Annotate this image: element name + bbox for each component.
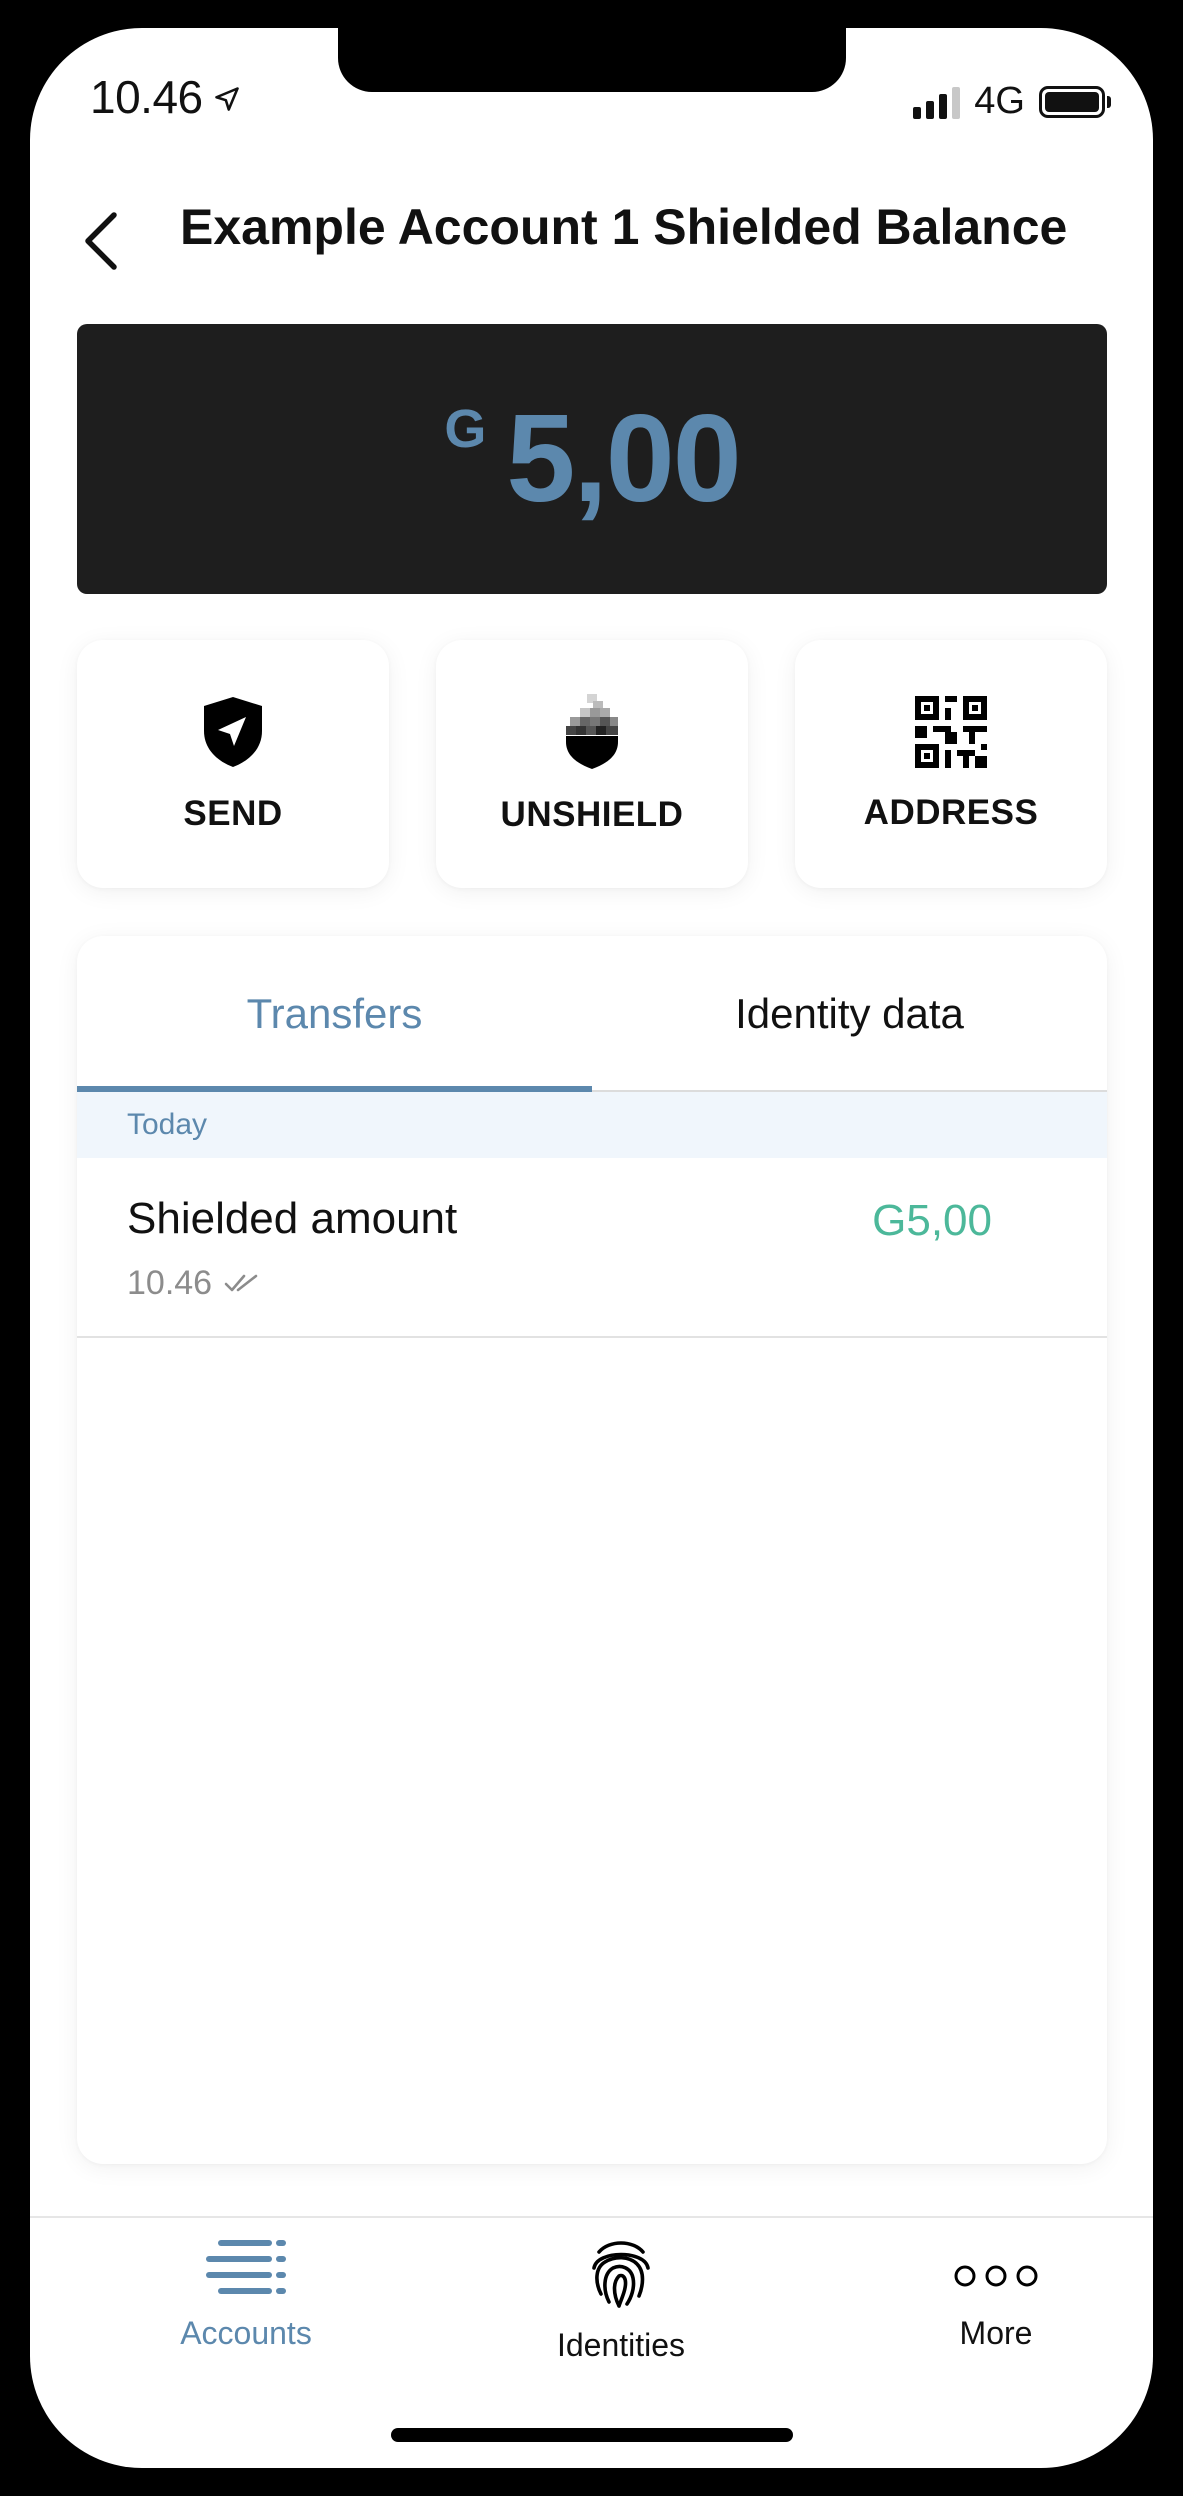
transfer-amount: G5,00: [872, 1196, 992, 1245]
action-buttons: SEND UNSHIELD ADDRESS: [77, 640, 1107, 888]
accounts-list-icon: [204, 2238, 288, 2301]
transfer-time-wrapper: 10.46: [127, 1264, 260, 1303]
chevron-left-icon: [78, 209, 122, 278]
network-type: 4G: [974, 80, 1025, 122]
device-notch: [338, 28, 846, 92]
more-dots-icon: [953, 2238, 1039, 2301]
phone-frame: 10.46 4G Example Account 1 Shielded Bala…: [0, 0, 1183, 2496]
transfers-panel: Transfers Identity data Today Shielded a…: [77, 936, 1107, 2164]
cellular-signal-icon: [913, 85, 961, 119]
send-label: SEND: [183, 793, 283, 833]
app-screen: 10.46 4G Example Account 1 Shielded Bala…: [30, 28, 1153, 2468]
unshield-label: UNSHIELD: [500, 794, 684, 834]
fingerprint-icon: [589, 2238, 653, 2313]
back-button[interactable]: [50, 188, 150, 298]
address-label: ADDRESS: [863, 792, 1039, 832]
nav-more-label: More: [959, 2315, 1033, 2351]
nav-identities[interactable]: Identities: [471, 2238, 771, 2363]
tab-transfers[interactable]: Transfers: [77, 936, 592, 1092]
nav-more[interactable]: More: [846, 2238, 1146, 2358]
transfer-title: Shielded amount: [127, 1194, 458, 1243]
unshield-button[interactable]: UNSHIELD: [436, 640, 748, 888]
address-button[interactable]: ADDRESS: [795, 640, 1107, 888]
nav-accounts[interactable]: Accounts: [96, 2238, 396, 2358]
unshield-icon: [563, 693, 621, 775]
page-title: Example Account 1 Shielded Balance: [180, 199, 1068, 255]
home-indicator[interactable]: [391, 2428, 793, 2442]
date-section-header: Today: [77, 1092, 1107, 1158]
bottom-navigation: Accounts Identities More: [30, 2218, 1153, 2378]
status-bar-time: 10.46: [90, 70, 241, 124]
status-bar-indicators: 4G: [913, 80, 1111, 123]
tab-bar: Transfers Identity data: [77, 936, 1107, 1092]
double-check-icon: [224, 1264, 260, 1303]
location-arrow-icon: [213, 70, 241, 124]
balance-card: G 5,00: [77, 324, 1107, 594]
transfer-time: 10.46: [127, 1264, 213, 1302]
shield-send-icon: [200, 695, 266, 774]
status-time-text: 10.46: [90, 71, 203, 123]
tab-identity-data[interactable]: Identity data: [592, 936, 1107, 1092]
battery-icon: [1039, 85, 1111, 118]
nav-identities-label: Identities: [556, 2327, 686, 2363]
transfer-row[interactable]: Shielded amount 10.46 G5,00: [77, 1158, 1107, 1338]
balance-amount: 5,00: [506, 390, 741, 528]
send-button[interactable]: SEND: [77, 640, 389, 888]
qr-code-icon: [915, 695, 987, 773]
nav-accounts-label: Accounts: [180, 2315, 312, 2351]
currency-symbol: G: [444, 399, 487, 459]
